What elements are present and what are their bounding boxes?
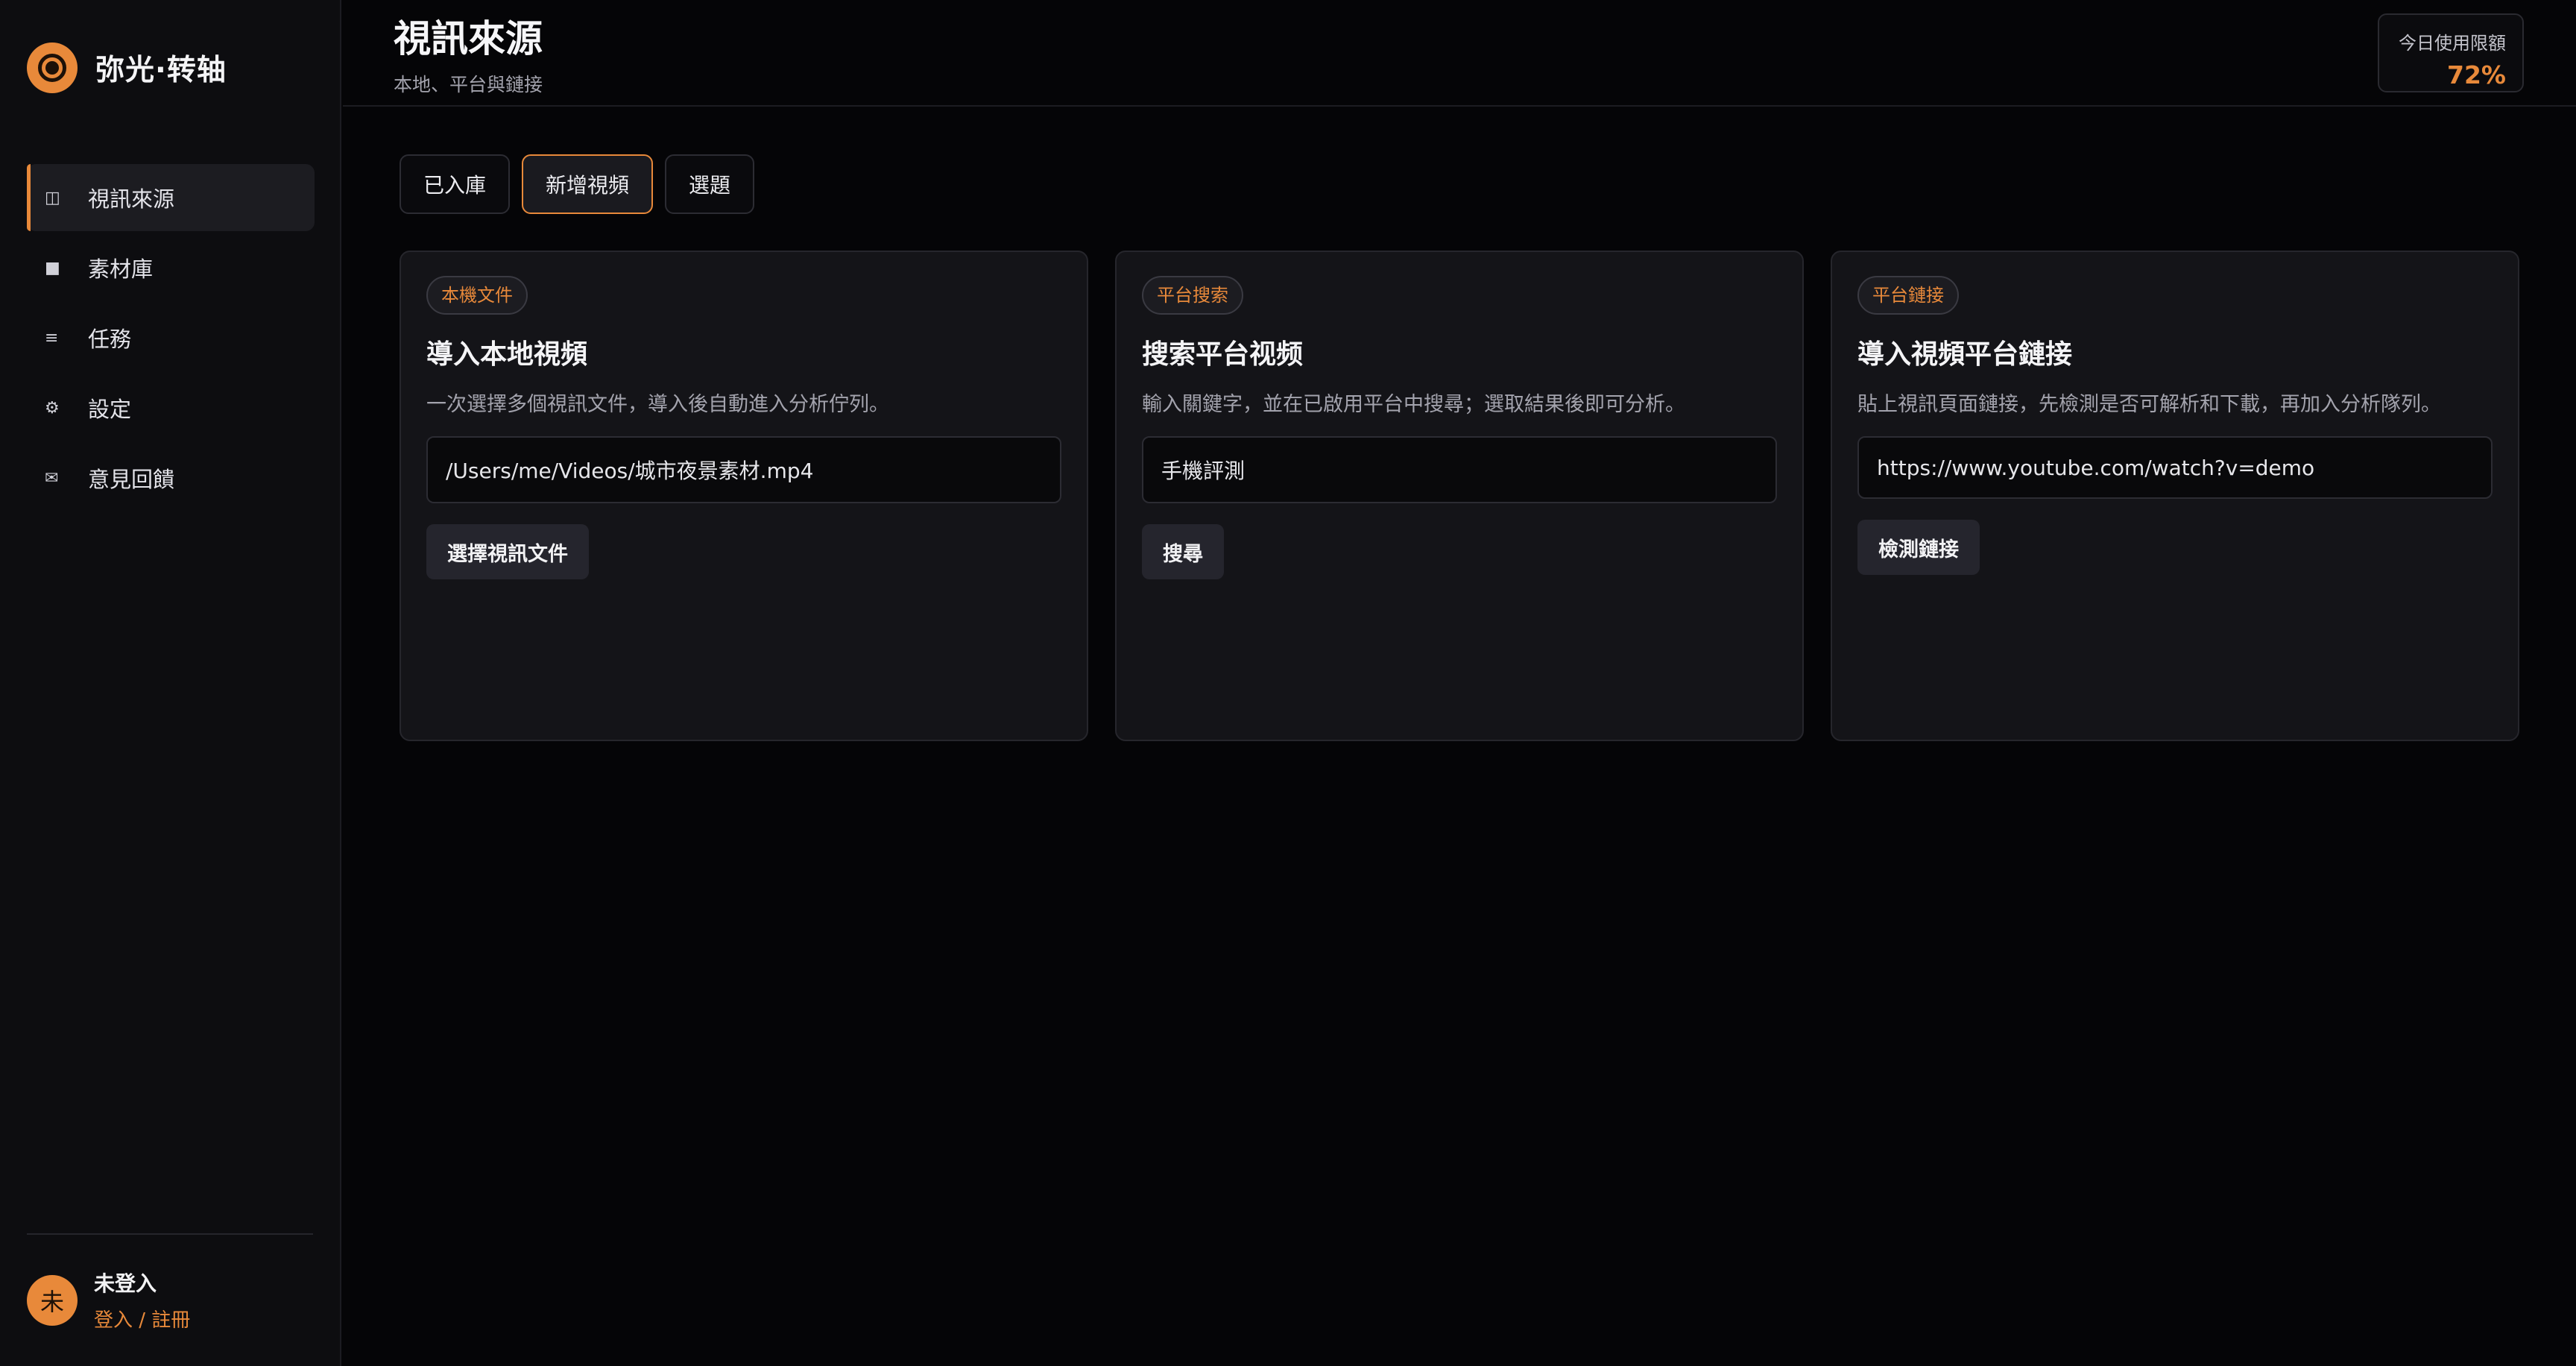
- choose-files-button[interactable]: 選擇視訊文件: [426, 524, 589, 579]
- tab-bar: 已入庫 新增視頻 選題: [400, 154, 766, 214]
- login-register-link[interactable]: 登入 / 註冊: [94, 1305, 190, 1332]
- sidebar-item-feedback[interactable]: ✉ 意見回饋: [27, 444, 315, 512]
- video-url-input[interactable]: [1857, 436, 2493, 499]
- tab-topics[interactable]: 選題: [665, 154, 755, 214]
- avatar: 未: [27, 1274, 78, 1326]
- page-subtitle: 本地、平台與鏈接: [394, 74, 543, 95]
- local-file-path-input[interactable]: [426, 436, 1061, 503]
- page-title: 視訊來源: [394, 17, 543, 60]
- sidebar-item-video-sources[interactable]: ◫ 視訊來源: [27, 164, 315, 231]
- library-icon: ■: [45, 258, 60, 277]
- sidebar-divider: [27, 1233, 313, 1235]
- aperture-icon: [27, 43, 78, 93]
- sidebar: 弥光·转轴 ◫ 視訊來源 ■ 素材庫 ≡ 任務 ⚙ 設定 ✉ 意見回饋 未 未登…: [0, 0, 341, 1366]
- platform-link-card: 平台鏈接 導入視頻平台鏈接 貼上視訊頁面鏈接，先檢測是否可解析和下載，再加入分析…: [1831, 251, 2519, 741]
- search-keyword-input[interactable]: [1142, 436, 1777, 503]
- gear-icon: ⚙: [45, 398, 60, 418]
- columns-icon: ◫: [45, 188, 60, 207]
- card-title: 導入本地視頻: [426, 339, 588, 370]
- sidebar-item-tasks[interactable]: ≡ 任務: [27, 304, 315, 371]
- user-panel: 未 未登入 登入 / 註冊: [27, 1268, 190, 1332]
- local-import-card: 本機文件 導入本地視頻 一次選擇多個視訊文件，導入後自動進入分析佇列。 選擇視訊…: [400, 251, 1088, 741]
- card-description: 貼上視訊頁面鏈接，先檢測是否可解析和下載，再加入分析隊列。: [1857, 393, 2441, 416]
- quota-value: 72%: [2447, 60, 2506, 89]
- card-title: 搜索平台视频: [1142, 339, 1304, 370]
- sidebar-item-library[interactable]: ■ 素材庫: [27, 234, 315, 301]
- sidebar-item-label: 意見回饋: [88, 467, 175, 492]
- quota-label: 今日使用限額: [2399, 33, 2506, 54]
- app-name: 弥光·转轴: [95, 54, 227, 87]
- brand[interactable]: 弥光·转轴: [27, 42, 227, 94]
- sidebar-item-label: 任務: [88, 327, 132, 352]
- card-badge: 平台鏈接: [1857, 276, 1959, 315]
- mail-icon: ✉: [45, 468, 59, 488]
- page-header: 視訊來源 本地、平台與鏈接 今日使用限額 72%: [343, 0, 2576, 107]
- card-badge: 本機文件: [426, 276, 528, 315]
- sidebar-item-settings[interactable]: ⚙ 設定: [27, 374, 315, 441]
- import-cards: 本機文件 導入本地視頻 一次選擇多個視訊文件，導入後自動進入分析佇列。 選擇視訊…: [400, 251, 2519, 741]
- sidebar-item-label: 素材庫: [88, 256, 154, 282]
- check-link-button[interactable]: 檢測鏈接: [1857, 520, 1980, 575]
- sidebar-item-label: 設定: [88, 397, 132, 422]
- tab-imported[interactable]: 已入庫: [400, 154, 511, 214]
- list-icon: ≡: [45, 328, 59, 347]
- user-name: 未登入: [94, 1271, 157, 1296]
- card-badge: 平台搜索: [1142, 276, 1243, 315]
- card-title: 導入視頻平台鏈接: [1857, 339, 2073, 370]
- tab-add-video[interactable]: 新增視頻: [522, 154, 654, 214]
- search-button[interactable]: 搜尋: [1142, 524, 1224, 579]
- card-description: 輸入關鍵字，並在已啟用平台中搜尋；選取結果後即可分析。: [1142, 393, 1685, 416]
- sidebar-nav: ◫ 視訊來源 ■ 素材庫 ≡ 任務 ⚙ 設定 ✉ 意見回饋: [27, 164, 315, 514]
- platform-search-card: 平台搜索 搜索平台视频 輸入關鍵字，並在已啟用平台中搜尋；選取結果後即可分析。 …: [1115, 251, 1804, 741]
- sidebar-item-label: 視訊來源: [88, 186, 175, 212]
- card-description: 一次選擇多個視訊文件，導入後自動進入分析佇列。: [426, 393, 889, 416]
- usage-quota: 今日使用限額 72%: [2378, 13, 2524, 92]
